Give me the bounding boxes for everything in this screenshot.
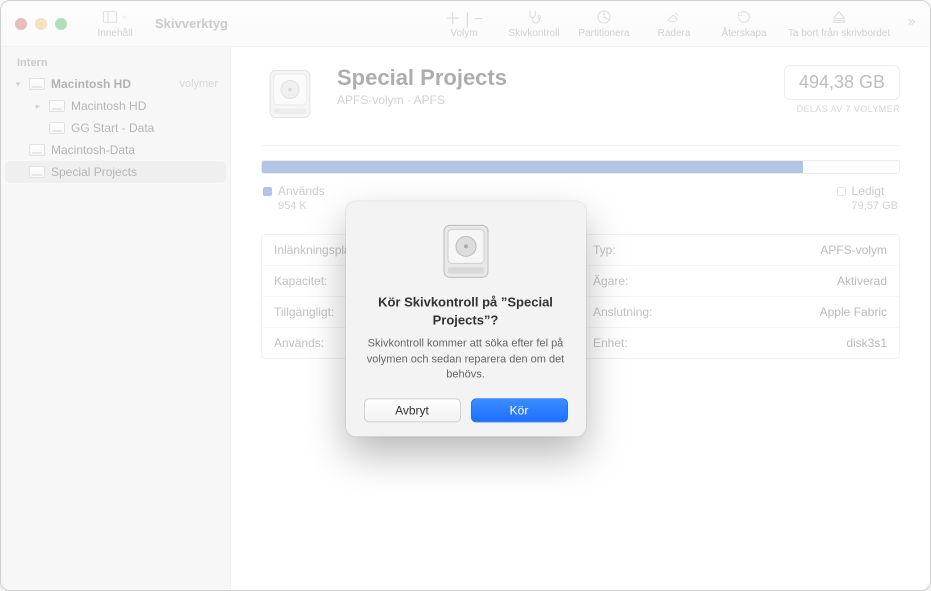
dialog-title: Kör Skivkontroll på ”Special Projects”? — [364, 293, 568, 328]
first-aid-dialog: Kör Skivkontroll på ”Special Projects”? … — [346, 201, 586, 436]
cancel-button[interactable]: Avbryt — [364, 399, 461, 423]
dialog-body: Skivkontroll kommer att söka efter fel p… — [364, 337, 568, 383]
run-button[interactable]: Kör — [471, 399, 568, 423]
dialog-disk-icon — [434, 219, 498, 283]
